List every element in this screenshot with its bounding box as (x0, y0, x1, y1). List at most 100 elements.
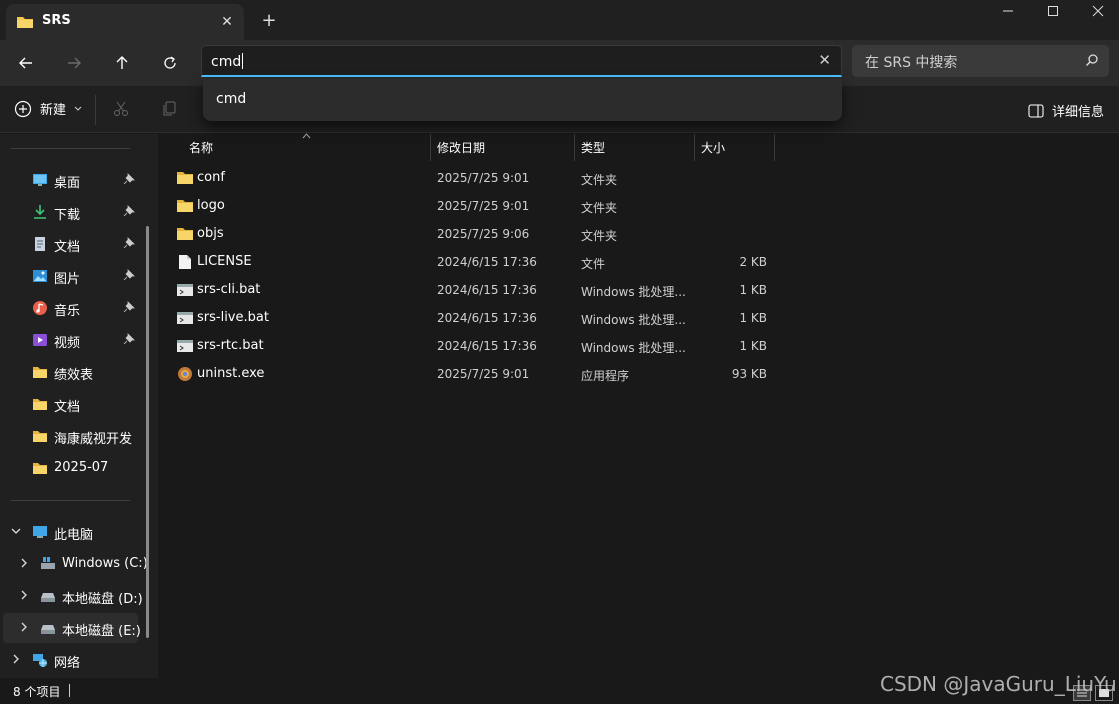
details-label: 详细信息 (1052, 105, 1105, 120)
sidebar-item-label: 本地磁盘 (D:) (62, 592, 143, 607)
batch-file-icon (177, 312, 193, 324)
cut-icon[interactable] (112, 100, 130, 122)
file-type: Windows 批处理... (581, 341, 686, 355)
up-button[interactable] (105, 46, 139, 80)
sidebar-item-videos[interactable]: 视频 (0, 325, 145, 355)
suggestion-item[interactable]: cmd (216, 91, 246, 107)
column-header-type[interactable]: 类型 (575, 134, 694, 161)
chevron-right-icon[interactable] (18, 589, 30, 601)
sidebar-item-label: 下载 (54, 208, 81, 223)
folder-icon (177, 172, 193, 184)
refresh-button[interactable] (153, 46, 187, 80)
pin-icon[interactable] (123, 237, 135, 249)
sidebar-item-music[interactable]: 音乐 (0, 293, 145, 323)
tab-close-icon[interactable]: ✕ (216, 11, 238, 33)
details-pane-icon (1028, 103, 1044, 118)
sidebar-item-label: 视频 (54, 336, 81, 351)
sidebar-item-downloads[interactable]: 下载 (0, 197, 145, 227)
back-button[interactable] (9, 46, 43, 80)
sidebar-item-label: 绩效表 (54, 368, 94, 383)
pictures-icon (33, 270, 47, 282)
chevron-down-icon[interactable] (10, 525, 22, 537)
separator (69, 684, 70, 697)
pin-icon[interactable] (123, 333, 135, 345)
file-row[interactable]: uninst.exe 2025/7/25 9:01 应用程序 93 KB (168, 360, 788, 388)
arrow-up-icon (116, 56, 128, 69)
file-type: 文件夹 (581, 229, 618, 243)
file-row[interactable]: srs-live.bat 2024/6/15 17:36 Windows 批处理… (168, 304, 788, 332)
folder-icon (16, 14, 34, 34)
file-row[interactable]: objs 2025/7/25 9:06 文件夹 (168, 220, 788, 248)
installer-icon (178, 367, 192, 381)
title-bar: SRS ✕ + (0, 0, 1119, 40)
video-icon (33, 334, 47, 346)
file-row[interactable]: logo 2025/7/25 9:01 文件夹 (168, 192, 788, 220)
file-row[interactable]: LICENSE 2024/6/15 17:36 文件 2 KB (168, 248, 788, 276)
file-date: 2025/7/25 9:01 (437, 199, 530, 213)
pin-icon[interactable] (123, 173, 135, 185)
sidebar-item-pictures[interactable]: 图片 (0, 261, 145, 291)
file-row[interactable]: srs-cli.bat 2024/6/15 17:36 Windows 批处理.… (168, 276, 788, 304)
search-placeholder: 在 SRS 中搜索 (865, 55, 958, 71)
sidebar-item-documents[interactable]: 文档 (0, 229, 145, 259)
maximize-button[interactable] (1030, 0, 1076, 30)
file-date: 2025/7/25 9:01 (437, 367, 530, 381)
folder-icon (177, 228, 193, 240)
details-pane-button[interactable]: 详细信息 (1028, 101, 1104, 120)
new-label: 新建 (40, 103, 67, 118)
sidebar-item-folder[interactable]: 绩效表 (0, 357, 145, 387)
sidebar-item-drive-c[interactable]: Windows (C:) (0, 549, 148, 579)
new-tab-button[interactable]: + (256, 10, 282, 32)
sidebar-item-network[interactable]: 网络 (0, 645, 145, 675)
new-button[interactable]: 新建 (14, 99, 82, 118)
file-name: conf (197, 170, 225, 185)
pin-icon[interactable] (123, 269, 135, 281)
minimize-button[interactable] (985, 0, 1031, 30)
file-row[interactable]: srs-rtc.bat 2024/6/15 17:36 Windows 批处理.… (168, 332, 788, 360)
sidebar-item-folder[interactable]: 海康威视开发 (0, 421, 145, 451)
file-date: 2024/6/15 17:36 (437, 255, 537, 269)
column-header-size[interactable]: 大小 (695, 134, 774, 161)
sidebar-item-label: Windows (C:) (62, 556, 148, 571)
file-type: 应用程序 (581, 369, 630, 383)
sidebar-item-label: 图片 (54, 272, 81, 287)
sidebar-item-drive-d[interactable]: 本地磁盘 (D:) (0, 581, 145, 611)
search-icon (1085, 53, 1099, 71)
forward-button[interactable] (57, 46, 91, 80)
sidebar-item-desktop[interactable]: 桌面 (0, 165, 145, 195)
refresh-icon (164, 56, 176, 69)
search-input[interactable]: 在 SRS 中搜索 (852, 45, 1109, 77)
pin-icon[interactable] (123, 301, 135, 313)
folder-icon (33, 367, 47, 378)
chevron-right-icon[interactable] (18, 557, 30, 569)
sidebar-item-folder[interactable]: 2025-07 (0, 453, 145, 483)
column-label: 修改日期 (437, 141, 486, 155)
file-date: 2024/6/15 17:36 (437, 339, 537, 353)
file-name: uninst.exe (197, 366, 265, 381)
file-row[interactable]: conf 2025/7/25 9:01 文件夹 (168, 164, 788, 192)
separator (95, 95, 96, 125)
sidebar-item-label: 音乐 (54, 304, 81, 319)
close-window-button[interactable] (1075, 0, 1119, 30)
address-input[interactable]: cmd ✕ (201, 45, 842, 77)
copy-icon[interactable] (160, 100, 178, 122)
chevron-right-icon[interactable] (10, 653, 22, 665)
column-label: 名称 (189, 141, 214, 155)
tab-srs[interactable]: SRS ✕ (6, 4, 244, 40)
sidebar-scrollbar[interactable] (146, 226, 149, 638)
sidebar-item-label: 文档 (54, 400, 81, 415)
column-header-name[interactable]: 名称 (158, 133, 430, 161)
sidebar-item-folder[interactable]: 文档 (0, 389, 145, 419)
pin-icon[interactable] (123, 205, 135, 217)
chevron-right-icon[interactable] (18, 621, 30, 633)
sidebar-item-this-pc[interactable]: 此电脑 (0, 517, 145, 547)
arrow-left-icon (19, 57, 32, 69)
address-text: cmd (211, 53, 244, 70)
clear-address-icon[interactable]: ✕ (818, 51, 831, 69)
watermark-text: CSDN @JavaGuru_LiuYu (880, 672, 1117, 696)
drive-icon (41, 593, 55, 602)
column-divider[interactable] (774, 134, 775, 161)
sidebar-item-drive-e[interactable]: 本地磁盘 (E:) (3, 613, 141, 643)
column-header-date[interactable]: 修改日期 (431, 134, 574, 161)
file-size: 2 KB (739, 255, 767, 269)
